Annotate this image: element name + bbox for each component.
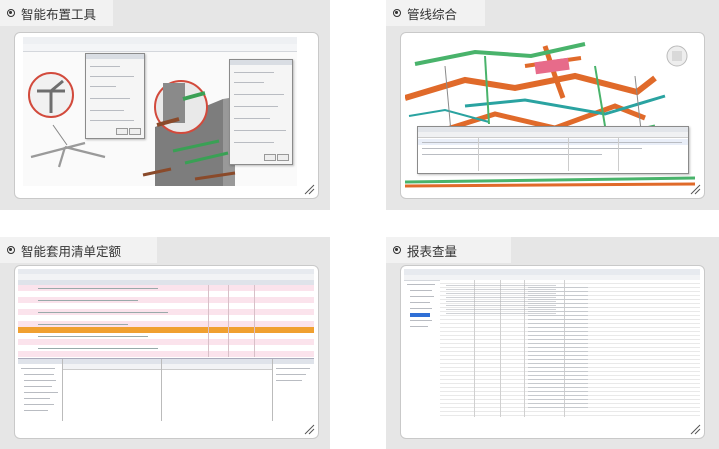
- screenshot-frame: [400, 32, 705, 199]
- software-screenshot: [23, 37, 297, 186]
- resize-grip-icon: [304, 184, 315, 195]
- card-title: 管线综合: [407, 6, 458, 22]
- feature-card-pipeline-integration: 管线综合: [386, 0, 719, 210]
- software-screenshot: [405, 36, 695, 188]
- card-title: 智能布置工具: [21, 6, 97, 22]
- screenshot-frame: [14, 32, 319, 199]
- properties-dialog: [229, 59, 293, 165]
- bullet-icon: [7, 9, 15, 17]
- card-title-tab: 智能套用清单定额: [0, 237, 157, 263]
- software-screenshot: [18, 269, 314, 421]
- software-screenshot: [404, 269, 700, 417]
- bullet-icon: [393, 246, 401, 254]
- collision-results-panel: [417, 126, 689, 174]
- card-title-tab: 管线综合: [386, 0, 485, 26]
- feature-card-smart-bill-quota: 智能套用清单定额: [0, 237, 330, 449]
- resize-grip-icon: [690, 424, 701, 435]
- feature-card-smart-layout: 智能布置工具: [0, 0, 330, 210]
- bullet-icon: [393, 9, 401, 17]
- screenshot-frame: [14, 265, 319, 439]
- resize-grip-icon: [304, 424, 315, 435]
- card-title-tab: 报表查量: [386, 237, 511, 263]
- screenshot-frame: [400, 265, 705, 439]
- card-title-tab: 智能布置工具: [0, 0, 113, 26]
- settings-dialog: [85, 53, 145, 139]
- feature-card-report-query: 报表查量: [386, 237, 719, 449]
- card-title: 报表查量: [407, 243, 458, 259]
- bullet-icon: [7, 246, 15, 254]
- resize-grip-icon: [690, 184, 701, 195]
- card-title: 智能套用清单定额: [21, 243, 122, 259]
